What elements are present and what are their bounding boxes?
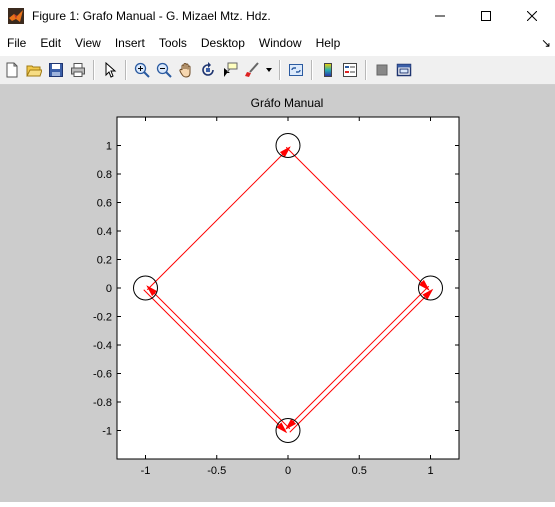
brush-button[interactable] <box>242 60 262 80</box>
brush-icon <box>245 62 259 77</box>
close-button[interactable] <box>509 0 555 32</box>
pan-button[interactable] <box>176 60 196 80</box>
menu-view[interactable]: View <box>68 32 108 54</box>
y-tick-label: 0.2 <box>97 255 112 267</box>
menu-desktop[interactable]: Desktop <box>194 32 252 54</box>
link-plot-button[interactable] <box>286 60 306 80</box>
x-tick-label: -0.5 <box>207 465 226 477</box>
x-tick-label: 1 <box>427 465 433 477</box>
legend-icon <box>343 63 357 77</box>
maximize-icon <box>481 11 491 21</box>
new-figure-icon <box>6 62 18 78</box>
rotate-3d-button[interactable] <box>198 60 218 80</box>
zoom-out-icon <box>156 62 172 78</box>
hide-plot-tools-icon <box>376 64 388 76</box>
print-button[interactable] <box>68 60 88 80</box>
title-bar: Figure 1: Grafo Manual - G. Mizael Mtz. … <box>0 0 555 32</box>
insert-legend-button[interactable] <box>340 60 360 80</box>
zoom-in-button[interactable] <box>132 60 152 80</box>
show-plot-tools-button[interactable] <box>394 60 414 80</box>
axes-box <box>116 116 460 460</box>
data-cursor-button[interactable] <box>220 60 240 80</box>
toolbar-separator <box>93 60 95 80</box>
rotate-3d-icon <box>202 62 214 76</box>
menu-file[interactable]: File <box>0 32 33 54</box>
data-cursor-icon <box>224 62 238 77</box>
x-tick-label: 0.5 <box>352 465 367 477</box>
show-plot-tools-icon <box>396 63 412 77</box>
link-plot-icon <box>289 64 303 76</box>
y-tick-label: -0.6 <box>93 369 112 381</box>
maximize-button[interactable] <box>463 0 509 32</box>
chevron-down-icon <box>266 68 272 72</box>
minimize-icon <box>435 15 445 17</box>
open-file-button[interactable] <box>24 60 44 80</box>
plot-axes[interactable]: Gráfo Manual -1 -0.5 0 0.5 1 1 0.8 0.6 0.4 0.2 0 -0… <box>0 85 555 502</box>
zoom-out-button[interactable] <box>154 60 174 80</box>
menu-tools[interactable]: Tools <box>152 32 194 54</box>
y-tick-label: 0.4 <box>97 226 112 238</box>
menu-window[interactable]: Window <box>252 32 309 54</box>
open-file-icon <box>26 65 42 77</box>
menu-edit[interactable]: Edit <box>33 32 68 54</box>
y-tick-label: -0.8 <box>93 397 112 409</box>
y-tick-label: -1 <box>102 426 112 438</box>
x-tick-label: 0 <box>285 465 291 477</box>
y-tick-label: 1 <box>106 141 112 153</box>
new-figure-button[interactable] <box>2 60 22 80</box>
edit-plot-button[interactable] <box>100 60 120 80</box>
window-title: Figure 1: Grafo Manual - G. Mizael Mtz. … <box>32 9 271 23</box>
dock-arrow-icon[interactable]: ↘ <box>541 36 551 50</box>
toolbar-separator <box>311 60 313 80</box>
toolbar-separator <box>125 60 127 80</box>
toolbar-separator <box>365 60 367 80</box>
colorbar-icon <box>324 63 332 77</box>
menu-bar: File Edit View Insert Tools Desktop Wind… <box>0 32 555 54</box>
x-tick-label: -1 <box>141 465 151 477</box>
save-icon <box>49 63 63 77</box>
y-tick-label: -0.2 <box>93 312 112 324</box>
hide-plot-tools-button[interactable] <box>372 60 392 80</box>
plot-title: Gráfo Manual <box>251 96 324 110</box>
window-controls <box>417 0 555 32</box>
y-tick-label: 0 <box>106 283 112 295</box>
insert-colorbar-button[interactable] <box>318 60 338 80</box>
brush-dropdown[interactable] <box>264 60 274 80</box>
minimize-button[interactable] <box>417 0 463 32</box>
figure-toolbar <box>0 56 555 85</box>
matlab-logo-icon <box>8 8 24 24</box>
select-arrow-icon <box>105 62 117 78</box>
zoom-in-icon <box>134 62 150 78</box>
pan-hand-icon <box>179 63 191 78</box>
y-tick-label: 0.8 <box>97 169 112 181</box>
y-tick-label: -0.4 <box>93 340 112 352</box>
close-icon <box>527 11 537 21</box>
toolbar-separator <box>279 60 281 80</box>
figure-canvas: Gráfo Manual -1 -0.5 0 0.5 1 1 0.8 0.6 0.4 0.2 0 -0… <box>0 85 555 502</box>
save-button[interactable] <box>46 60 66 80</box>
menu-insert[interactable]: Insert <box>108 32 152 54</box>
print-icon <box>71 63 85 77</box>
menu-help[interactable]: Help <box>309 32 348 54</box>
y-tick-label: 0.6 <box>97 198 112 210</box>
